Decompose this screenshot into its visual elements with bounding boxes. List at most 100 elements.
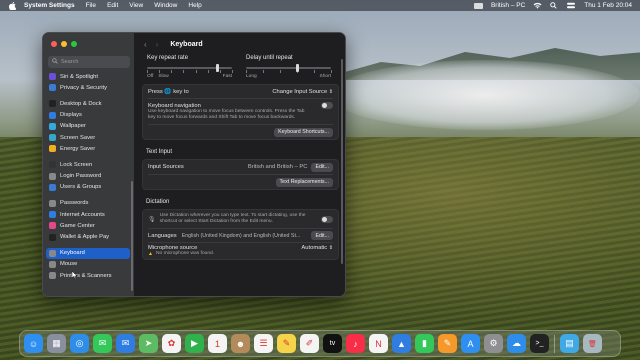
dock: ☺ ▦ ◎ ✉ ✉ ➤ ✿ ▶ 1 ☻ ☰ ✎ ✐ tv ♪ N ▲ ▮ ✎ A ⚙ ☁ >_ ▤ 🗑: [19, 330, 621, 357]
sidebar-item-dock[interactable]: Desktop & Dock: [46, 98, 130, 109]
sidebar-item-mouse[interactable]: Mouse: [46, 259, 130, 270]
slider-tick: [183, 70, 185, 73]
terminal-icon[interactable]: >_: [530, 334, 549, 353]
keyboard-flag-icon[interactable]: [473, 2, 483, 9]
dictation-heading: Dictation: [146, 199, 170, 205]
sidebar-item-game-center[interactable]: Game Center: [46, 220, 130, 231]
app-store-icon[interactable]: A: [461, 334, 480, 353]
microphone-icon: 🎙: [148, 216, 156, 223]
menu-edit[interactable]: Edit: [107, 2, 118, 9]
sidebar-item-label: Internet Accounts: [60, 211, 105, 218]
close-button[interactable]: [51, 41, 57, 47]
key-repeat-slider[interactable]: [147, 63, 233, 73]
menu-app-name[interactable]: System Settings: [24, 2, 75, 9]
search-field[interactable]: Search: [48, 56, 130, 68]
sidebar-item-screensaver[interactable]: Screen Saver: [46, 132, 130, 143]
keynote-icon[interactable]: ▲: [392, 334, 411, 353]
search-spotlight-icon[interactable]: [550, 2, 559, 9]
microphone-source-value: Automatic: [301, 245, 328, 251]
microphone-source-popup[interactable]: Automatic ⇕: [301, 245, 333, 251]
keyboard-pane: ‹ › Keyboard Key repeat rate Off Slow Fa…: [134, 33, 345, 296]
popup-chevron-icon: ⇕: [328, 245, 333, 251]
sidebar-item-key[interactable]: Login Password: [46, 171, 130, 182]
menu-clock[interactable]: Thu 1 Feb 20:04: [584, 2, 632, 9]
mail-icon[interactable]: ✉: [116, 334, 135, 353]
contacts-icon[interactable]: ☻: [231, 334, 250, 353]
messages-icon[interactable]: ✉: [93, 334, 112, 353]
slider-tick: [147, 70, 148, 73]
sidebar-item-users[interactable]: Users & Groups: [46, 182, 130, 193]
sidebar-item-keyboard[interactable]: Keyboard: [46, 247, 130, 259]
menu-help[interactable]: Help: [188, 2, 201, 9]
keyboard-shortcuts-button[interactable]: Keyboard Shortcuts...: [274, 127, 333, 137]
system-settings-icon[interactable]: ⚙: [484, 334, 503, 353]
warning-icon: ▲: [148, 251, 153, 257]
text-replacements-button[interactable]: Text Replacements...: [275, 177, 333, 187]
languages-value: English (United Kingdom) and English (Un…: [181, 232, 301, 239]
wifi-icon[interactable]: [533, 2, 542, 9]
maps-icon[interactable]: ➤: [139, 334, 158, 353]
sidebar-item-display[interactable]: Displays: [46, 110, 130, 121]
menu-file[interactable]: File: [86, 2, 96, 9]
input-sources-edit-button[interactable]: Edit...: [311, 162, 333, 172]
at-icon: [49, 211, 56, 219]
launchpad-icon[interactable]: ▦: [47, 334, 66, 353]
calendar-icon[interactable]: 1: [208, 334, 227, 353]
password-key-icon: [49, 199, 56, 207]
sidebar-item-battery[interactable]: Energy Saver: [46, 143, 130, 154]
sidebar-item-hand[interactable]: Privacy & Security: [46, 82, 130, 93]
system-settings-window: Search Siri & Spotlight Privacy & Securit…: [42, 32, 346, 297]
safari-icon[interactable]: ◎: [70, 334, 89, 353]
sidebar-item-wallet[interactable]: Wallet & Apple Pay: [46, 231, 130, 242]
key-repeat-knob[interactable]: [216, 64, 220, 72]
sidebar-item-printer[interactable]: Printers & Scanners: [46, 270, 130, 281]
forward-chevron-icon[interactable]: ›: [156, 40, 159, 49]
photos-icon[interactable]: ✿: [162, 334, 181, 353]
page-title: Keyboard: [170, 40, 203, 48]
press-key-value: Change Input Source: [272, 88, 328, 95]
input-source-label[interactable]: British – PC: [491, 2, 525, 9]
numbers-icon[interactable]: ▮: [415, 334, 434, 353]
battery-icon: [49, 145, 56, 153]
tv-icon[interactable]: tv: [323, 334, 342, 353]
pages-icon[interactable]: ✎: [438, 334, 457, 353]
sidebar-item-label: Printers & Scanners: [60, 272, 112, 279]
menu-view[interactable]: View: [129, 2, 143, 9]
freeform-icon[interactable]: ✐: [300, 334, 319, 353]
press-key-popup[interactable]: Change Input Source ⇕: [272, 89, 333, 95]
apple-menu-icon[interactable]: [8, 1, 16, 10]
trash-icon[interactable]: 🗑: [583, 334, 602, 353]
sidebar-list: Siri & Spotlight Privacy & Security Deskto…: [46, 71, 130, 281]
reminders-icon[interactable]: ☰: [254, 334, 273, 353]
languages-edit-button[interactable]: Edit...: [311, 231, 333, 240]
sidebar-item-label: Energy Saver: [60, 145, 96, 152]
finder-icon[interactable]: ☺: [24, 334, 43, 353]
control-center-icon[interactable]: [567, 2, 576, 9]
keyboard-icon: [49, 249, 56, 257]
sidebar-item-label: Wallpaper: [60, 123, 86, 130]
slider-tick: [246, 70, 247, 73]
sidebar-item-siri[interactable]: Siri & Spotlight: [46, 71, 130, 82]
delay-knob[interactable]: [295, 64, 299, 72]
dictation-toggle[interactable]: [321, 215, 333, 223]
pane-scrollbar[interactable]: [341, 59, 343, 264]
delay-slider[interactable]: [246, 63, 332, 73]
iphone-mirroring-icon[interactable]: ☁: [507, 334, 526, 353]
music-icon[interactable]: ♪: [346, 334, 365, 353]
dictation-desc: Use Dictation wherever you can type text…: [159, 213, 306, 224]
news-icon[interactable]: N: [369, 334, 388, 353]
siri-icon: [49, 73, 56, 81]
facetime-icon[interactable]: ▶: [185, 334, 204, 353]
downloads-folder-icon[interactable]: ▤: [560, 334, 579, 353]
keyboard-navigation-toggle[interactable]: [321, 102, 333, 109]
notes-icon[interactable]: ✎: [277, 334, 296, 353]
sidebar-item-password-key[interactable]: Passwords: [46, 198, 130, 209]
menu-window[interactable]: Window: [154, 2, 177, 9]
back-chevron-icon[interactable]: ‹: [144, 40, 147, 49]
sidebar-item-at[interactable]: Internet Accounts: [46, 209, 130, 220]
sidebar-scrollbar[interactable]: [131, 181, 133, 291]
sidebar-item-wallpaper[interactable]: Wallpaper: [46, 121, 130, 132]
sidebar-item-lock[interactable]: Lock Screen: [46, 159, 130, 170]
zoom-button[interactable]: [71, 41, 77, 47]
minimize-button[interactable]: [61, 41, 67, 47]
